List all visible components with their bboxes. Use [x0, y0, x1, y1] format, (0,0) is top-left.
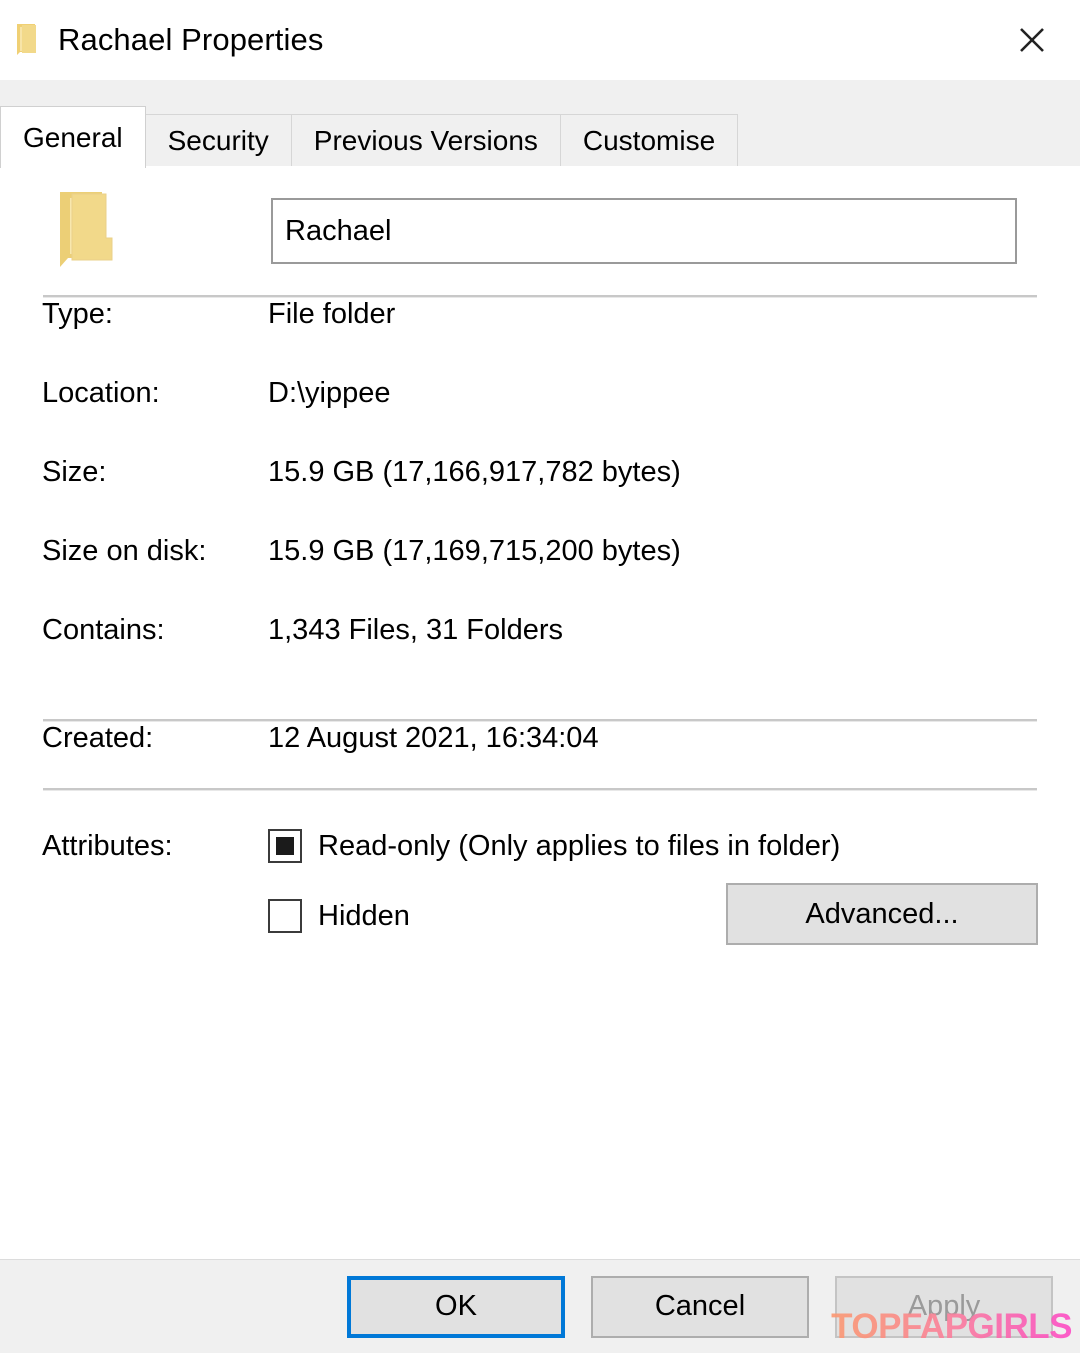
readonly-checkbox[interactable]	[268, 829, 302, 863]
cancel-button[interactable]: Cancel	[591, 1275, 809, 1338]
folder-name-input[interactable]	[271, 198, 1017, 264]
readonly-checkbox-label: Read-only (Only applies to files in fold…	[318, 829, 841, 862]
tab-security[interactable]: Security	[144, 114, 292, 166]
properties-dialog: Rachael Properties General Security Prev…	[0, 0, 1080, 1353]
properties-table-primary: Type: File folder Location: D:\yippee Si…	[42, 298, 1038, 693]
attributes-label: Attributes:	[42, 830, 173, 862]
property-value: 15.9 GB (17,169,715,200 bytes)	[268, 535, 681, 567]
property-label: Contains:	[42, 614, 165, 646]
cancel-button-label: Cancel	[654, 1290, 746, 1322]
ok-button[interactable]: OK	[347, 1275, 565, 1338]
window-title: Rachael Properties	[58, 22, 324, 57]
property-label: Size:	[42, 456, 107, 488]
attributes-section: Attributes: Read-only (Only applies to f…	[42, 791, 1038, 945]
hidden-checkbox[interactable]	[268, 899, 302, 933]
table-row: Type: File folder	[42, 298, 1038, 377]
readonly-attribute-row: Read-only (Only applies to files in fold…	[268, 825, 1038, 867]
tab-customise[interactable]: Customise	[559, 114, 739, 166]
folder-icon	[50, 188, 124, 274]
table-row: Location: D:\yippee	[42, 377, 1038, 456]
tab-previous-versions-label: Previous Versions	[313, 124, 538, 156]
property-label: Created:	[42, 722, 154, 754]
tab-previous-versions[interactable]: Previous Versions	[290, 114, 561, 166]
tab-strip: General Security Previous Versions Custo…	[0, 106, 1080, 168]
dialog-footer: OK Cancel Apply TOPFAPGIRLS	[0, 1259, 1080, 1353]
tab-general[interactable]: General	[0, 106, 146, 168]
table-row: Size on disk: 15.9 GB (17,169,715,200 by…	[42, 535, 1038, 614]
folder-name-row	[42, 166, 1038, 272]
tab-general-label: General	[23, 121, 123, 153]
table-row: Size: 15.9 GB (17,166,917,782 bytes)	[42, 456, 1038, 535]
property-value: 1,343 Files, 31 Folders	[268, 614, 563, 646]
properties-table-secondary: Created: 12 August 2021, 16:34:04	[42, 722, 1038, 762]
close-icon[interactable]	[1004, 12, 1060, 68]
property-label: Size on disk:	[42, 535, 207, 567]
tab-security-label: Security	[167, 124, 269, 156]
property-value: File folder	[268, 298, 396, 330]
table-row: Created: 12 August 2021, 16:34:04	[42, 722, 1038, 762]
title-bar: Rachael Properties	[0, 0, 1080, 80]
property-value: D:\yippee	[268, 377, 391, 409]
advanced-button-label: Advanced...	[805, 897, 959, 930]
property-label: Type:	[42, 298, 113, 330]
property-label: Location:	[42, 377, 160, 409]
watermark: TOPFAPGIRLS	[831, 1307, 1072, 1346]
general-tab-panel: Type: File folder Location: D:\yippee Si…	[0, 166, 1080, 1259]
tabstrip-spacer	[0, 80, 1080, 106]
folder-icon	[14, 22, 44, 58]
property-value: 12 August 2021, 16:34:04	[268, 722, 599, 754]
table-row: Contains: 1,343 Files, 31 Folders	[42, 614, 1038, 693]
ok-button-label: OK	[435, 1290, 477, 1322]
hidden-checkbox-label: Hidden	[318, 899, 410, 932]
property-value: 15.9 GB (17,166,917,782 bytes)	[268, 456, 681, 488]
advanced-button[interactable]: Advanced...	[726, 883, 1038, 945]
tab-customise-label: Customise	[582, 124, 716, 156]
